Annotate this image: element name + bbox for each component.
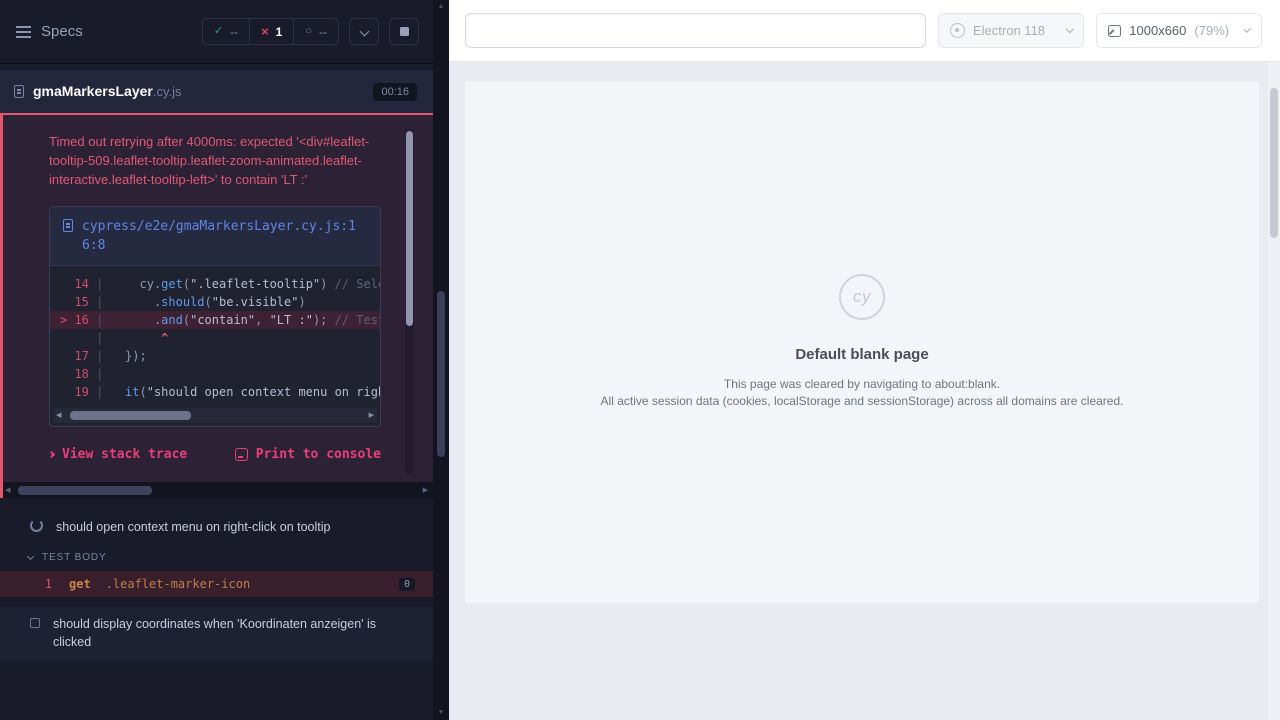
viewport-selector[interactable]: 1000x660 (79%) <box>1096 13 1262 48</box>
stat-failed[interactable]: × 1 <box>249 19 293 44</box>
spec-file-ext: .cy.js <box>153 84 182 99</box>
test-body-label: TEST BODY <box>42 552 107 563</box>
hscroll-thumb[interactable] <box>70 411 190 420</box>
viewport-icon <box>1108 25 1121 37</box>
blank-page-line2: All active session data (cookies, localS… <box>601 393 1124 410</box>
test-list: should open context menu on right-click … <box>0 498 433 659</box>
spec-file-name: gmaMarkersLayer <box>33 83 153 99</box>
chevron-down-icon <box>1065 25 1073 33</box>
specs-list-icon[interactable] <box>16 26 31 38</box>
code-line: | ^ <box>50 329 380 347</box>
code-line: 19 | it("should open context menu on rig… <box>50 383 380 401</box>
browser-label: Electron 118 <box>973 23 1045 38</box>
viewport-scale: (79%) <box>1194 23 1229 38</box>
viewport-size: 1000x660 <box>1129 23 1186 38</box>
pending-icon: ○ <box>305 26 312 37</box>
print-to-console-label: Print to console <box>256 447 381 462</box>
hscroll-thumb[interactable] <box>18 486 151 495</box>
stat-pending-value: -- <box>319 25 327 39</box>
chevron-right-icon <box>48 451 55 458</box>
blank-page-title: Default blank page <box>795 346 928 363</box>
vscroll-thumb[interactable] <box>406 131 413 326</box>
reporter-header: Specs ✓ -- × 1 ○ -- <box>0 0 433 64</box>
scroll-right-icon[interactable]: ▶ <box>423 487 428 494</box>
code-line: 14 | cy.get(".leaflet-tooltip") // Sele <box>50 275 380 293</box>
error-actions: View stack trace Print to console <box>49 447 381 462</box>
collapse-button[interactable] <box>349 18 379 45</box>
cypress-reporter: Specs ✓ -- × 1 ○ -- <box>0 0 433 720</box>
electron-icon <box>950 23 965 38</box>
chevron-down-icon <box>27 552 34 559</box>
code-line: 15 | .should("be.visible") <box>50 293 380 311</box>
chevron-down-icon <box>359 27 369 37</box>
test-title: should display coordinates when 'Koordin… <box>53 615 383 651</box>
view-stack-trace-label: View stack trace <box>62 447 187 462</box>
url-input[interactable] <box>465 13 926 48</box>
test-body-toggle[interactable]: TEST BODY <box>0 544 433 570</box>
error-vscrollbar[interactable] <box>405 129 414 474</box>
stop-icon <box>400 27 409 36</box>
spec-duration: 00:16 <box>373 83 417 101</box>
vscroll-thumb[interactable] <box>1270 88 1278 238</box>
file-icon <box>63 219 73 232</box>
stop-button[interactable] <box>389 18 419 45</box>
failed-test-block: Timed out retrying after 4000ms: expecte… <box>0 113 433 498</box>
code-line: > 16 | .and("contain", "LT :"); // Test <box>50 311 380 329</box>
test-title: should open context menu on right-click … <box>56 518 330 536</box>
check-icon: ✓ <box>214 26 223 37</box>
stat-failed-value: 1 <box>276 25 283 39</box>
blank-page-description: This page was cleared by navigating to a… <box>601 376 1124 410</box>
scroll-up-icon[interactable]: ▲ <box>438 0 445 14</box>
code-line: 18 | <box>50 365 380 383</box>
queued-test-icon <box>30 618 40 628</box>
spec-file-icon <box>14 85 24 98</box>
code-line: 17 | }); <box>50 347 380 365</box>
code-frame-header: cypress/e2e/gmaMarkersLayer.cy.js:16:8 <box>50 207 380 266</box>
scroll-left-icon[interactable]: ◀ <box>56 412 61 419</box>
test-item-queued[interactable]: should display coordinates when 'Koordin… <box>0 607 433 659</box>
chevron-down-icon <box>1244 25 1251 32</box>
error-panel: Timed out retrying after 4000ms: expecte… <box>0 113 433 482</box>
aut-container: cy Default blank page This page was clea… <box>449 62 1268 720</box>
view-stack-trace-button[interactable]: View stack trace <box>49 447 187 462</box>
test-item-running[interactable]: should open context menu on right-click … <box>0 510 433 544</box>
spec-file-row[interactable]: gmaMarkersLayer.cy.js 00:16 <box>0 70 433 113</box>
stat-passed[interactable]: ✓ -- <box>203 19 249 44</box>
console-icon <box>235 448 248 461</box>
window-vscrollbar[interactable] <box>1268 0 1280 720</box>
specs-title: Specs <box>41 23 83 40</box>
aut-iframe: cy Default blank page This page was clea… <box>465 81 1259 603</box>
blank-page-line1: This page was cleared by navigating to a… <box>601 376 1124 393</box>
code-frame-hscrollbar[interactable]: ◀ ▶ <box>53 408 377 423</box>
vscroll-thumb[interactable] <box>437 291 445 457</box>
reporter-hscrollbar[interactable]: ◀ ▶ <box>0 482 433 498</box>
app-window: Specs ✓ -- × 1 ○ -- <box>0 0 1280 720</box>
command-method: get <box>69 577 91 591</box>
test-stats: ✓ -- × 1 ○ -- <box>202 18 339 45</box>
command-row[interactable]: 1 get .leaflet-marker-icon 0 <box>0 571 433 597</box>
print-to-console-button[interactable]: Print to console <box>235 447 381 462</box>
code-frame-file-link[interactable]: cypress/e2e/gmaMarkersLayer.cy.js:16:8 <box>82 217 367 255</box>
scroll-right-icon[interactable]: ▶ <box>369 412 374 419</box>
browser-selector[interactable]: Electron 118 <box>938 13 1084 48</box>
code-lines: 14 | cy.get(".leaflet-tooltip") // Sele … <box>50 266 380 405</box>
x-icon: × <box>261 25 269 38</box>
stat-passed-value: -- <box>230 25 238 39</box>
command-count-badge: 0 <box>399 578 415 591</box>
stat-pending[interactable]: ○ -- <box>293 19 338 44</box>
spinner-icon <box>30 519 43 532</box>
scroll-down-icon[interactable]: ▼ <box>438 706 445 720</box>
command-args: .leaflet-marker-icon <box>106 577 251 591</box>
scroll-left-icon[interactable]: ◀ <box>5 487 10 494</box>
aut-toolbar: Electron 118 1000x660 (79%) <box>449 0 1268 62</box>
code-frame: cypress/e2e/gmaMarkersLayer.cy.js:16:8 1… <box>49 206 381 427</box>
main-area: Electron 118 1000x660 (79%) cy Default b… <box>449 0 1268 720</box>
error-message: Timed out retrying after 4000ms: expecte… <box>49 132 387 189</box>
cypress-logo: cy <box>839 274 885 320</box>
reporter-vscrollbar[interactable]: ▲ ▼ <box>433 0 449 720</box>
command-number: 1 <box>0 577 52 591</box>
